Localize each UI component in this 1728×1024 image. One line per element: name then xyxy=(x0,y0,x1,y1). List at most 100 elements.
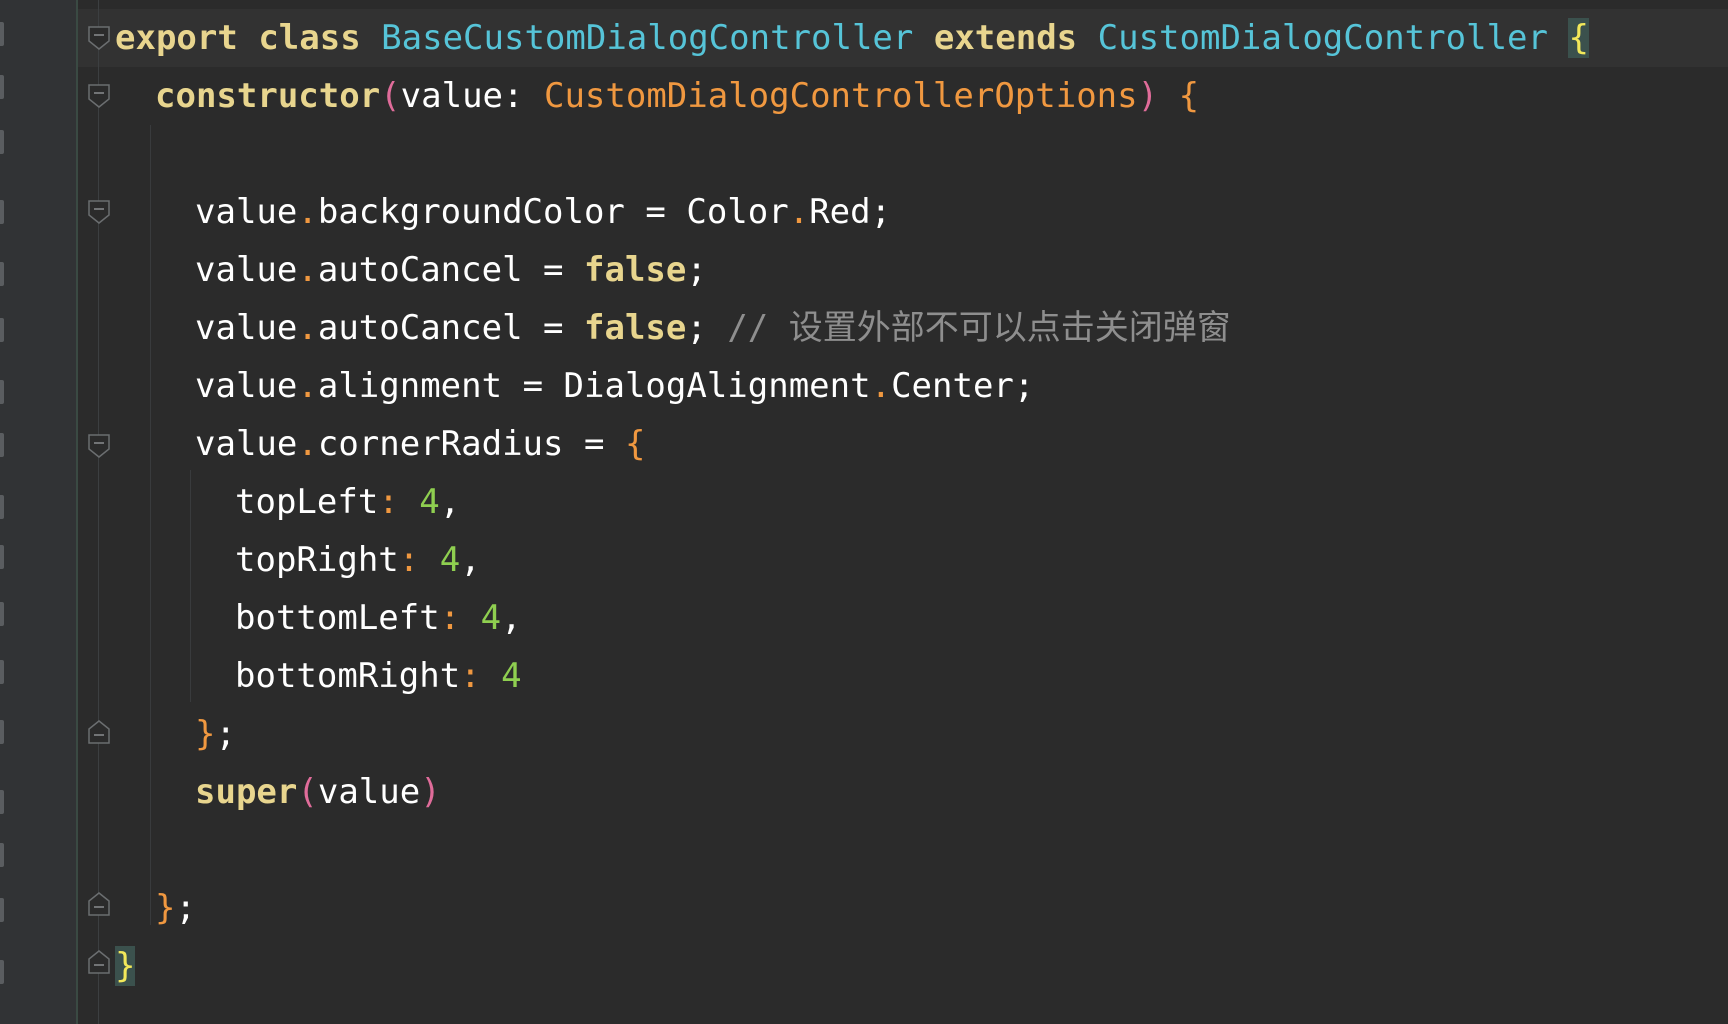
comma: , xyxy=(501,598,522,638)
semicolon: ; xyxy=(686,308,707,348)
fold-open-icon[interactable] xyxy=(88,434,110,458)
assign-op: = xyxy=(543,308,564,348)
keyword-false: false xyxy=(584,250,687,290)
gutter-line-marker xyxy=(0,960,4,984)
object-key: topLeft xyxy=(235,482,379,522)
assign-op: = xyxy=(543,250,564,290)
code-line-8[interactable]: value.cornerRadius = { xyxy=(115,415,645,473)
identifier: DialogAlignment xyxy=(563,366,871,406)
semicolon: ; xyxy=(1013,366,1035,406)
gutter-line-marker xyxy=(0,545,4,569)
param-name: value xyxy=(400,76,504,116)
class-name: BaseCustomDialogController xyxy=(381,18,914,58)
keyword-class: class xyxy=(258,18,361,58)
code-line-9[interactable]: topLeft: 4, xyxy=(115,473,460,531)
paren-open: ( xyxy=(380,76,401,116)
gutter-line-marker xyxy=(0,495,4,519)
assign-op: = xyxy=(583,424,605,464)
keyword-super: super xyxy=(195,772,298,812)
identifier: Color xyxy=(686,192,789,232)
class-close-brace: } xyxy=(115,946,136,986)
property: autoCancel xyxy=(317,250,523,290)
identifier: value xyxy=(195,308,298,348)
dot: . xyxy=(297,308,318,348)
gutter-line-marker xyxy=(0,22,4,46)
fold-rail xyxy=(98,0,99,1024)
code-line-7[interactable]: value.alignment = DialogAlignment.Center… xyxy=(115,357,1034,415)
comment-text: 设置外部不可以点击关闭弹窗 xyxy=(788,308,1231,348)
paren-close: ) xyxy=(420,772,441,812)
gutter-line-marker xyxy=(0,790,4,814)
fold-close-icon[interactable] xyxy=(88,720,110,744)
fold-close-icon[interactable] xyxy=(88,950,110,974)
colon: : xyxy=(378,482,399,522)
colon: : xyxy=(503,76,524,116)
code-editor[interactable]: export class BaseCustomDialogController … xyxy=(0,0,1728,1024)
identifier: value xyxy=(195,424,298,464)
gutter-line-marker xyxy=(0,660,4,684)
semicolon: ; xyxy=(686,250,707,290)
line-number-gutter xyxy=(0,0,76,1024)
dot: . xyxy=(297,366,318,406)
ctor-open-brace: { xyxy=(1178,76,1200,116)
comma: , xyxy=(439,482,461,522)
keyword-constructor: constructor xyxy=(155,76,381,116)
dot: . xyxy=(297,424,318,464)
code-line-6[interactable]: value.autoCancel = false; // 设置外部不可以点击关闭… xyxy=(115,299,1231,357)
code-line-10[interactable]: topRight: 4, xyxy=(115,531,481,589)
code-line-13[interactable]: }; xyxy=(115,705,236,763)
object-key: bottomRight xyxy=(235,656,461,696)
keyword-extends: extends xyxy=(933,18,1078,58)
comma: , xyxy=(460,540,481,580)
assign-op: = xyxy=(522,366,544,406)
semicolon: ; xyxy=(215,714,236,754)
property: cornerRadius xyxy=(317,424,564,464)
fold-open-icon[interactable] xyxy=(88,84,110,108)
gutter-line-marker xyxy=(0,318,4,342)
property: autoCancel xyxy=(317,308,523,348)
fold-open-icon[interactable] xyxy=(88,26,110,50)
assign-op: = xyxy=(645,192,666,232)
number-literal: 4 xyxy=(439,540,461,580)
super-class-name: CustomDialogController xyxy=(1097,18,1548,58)
colon: : xyxy=(460,656,481,696)
identifier: value xyxy=(195,366,298,406)
code-line-4[interactable]: value.backgroundColor = Color.Red; xyxy=(115,183,891,241)
code-line-2[interactable]: constructor(value: CustomDialogControlle… xyxy=(115,67,1199,125)
semicolon: ; xyxy=(870,192,892,232)
object-key: topRight xyxy=(235,540,399,580)
dot: . xyxy=(297,192,318,232)
code-line-17[interactable]: } xyxy=(115,937,136,995)
property: Center xyxy=(891,366,1014,406)
argument: value xyxy=(317,772,421,812)
object-close-brace: } xyxy=(195,714,216,754)
code-line-12[interactable]: bottomRight: 4 xyxy=(115,647,522,705)
gutter-line-marker xyxy=(0,75,4,99)
fold-close-icon[interactable] xyxy=(88,892,110,916)
code-line-1[interactable]: export class BaseCustomDialogController … xyxy=(115,9,1589,67)
colon: : xyxy=(439,598,461,638)
keyword-false: false xyxy=(584,308,687,348)
number-literal: 4 xyxy=(501,656,522,696)
code-line-5[interactable]: value.autoCancel = false; xyxy=(115,241,707,299)
paren-open: ( xyxy=(297,772,318,812)
code-line-11[interactable]: bottomLeft: 4, xyxy=(115,589,522,647)
gutter-line-marker xyxy=(0,380,4,404)
number-literal: 4 xyxy=(480,598,502,638)
class-open-brace: { xyxy=(1568,18,1589,58)
ctor-close-brace: } xyxy=(155,888,176,928)
number-literal: 4 xyxy=(419,482,440,522)
gutter-line-marker xyxy=(0,602,4,626)
identifier: value xyxy=(195,192,298,232)
gutter-line-marker xyxy=(0,200,4,224)
code-line-16[interactable]: }; xyxy=(115,879,196,937)
keyword-export: export xyxy=(115,18,238,58)
fold-open-icon[interactable] xyxy=(88,200,110,224)
property: backgroundColor xyxy=(317,192,625,232)
gutter-line-marker xyxy=(0,262,4,286)
comment-slashes: // xyxy=(727,308,769,348)
object-key: bottomLeft xyxy=(235,598,440,638)
dot: . xyxy=(870,366,892,406)
code-line-14[interactable]: super(value) xyxy=(115,763,441,821)
property: Red xyxy=(809,192,871,232)
